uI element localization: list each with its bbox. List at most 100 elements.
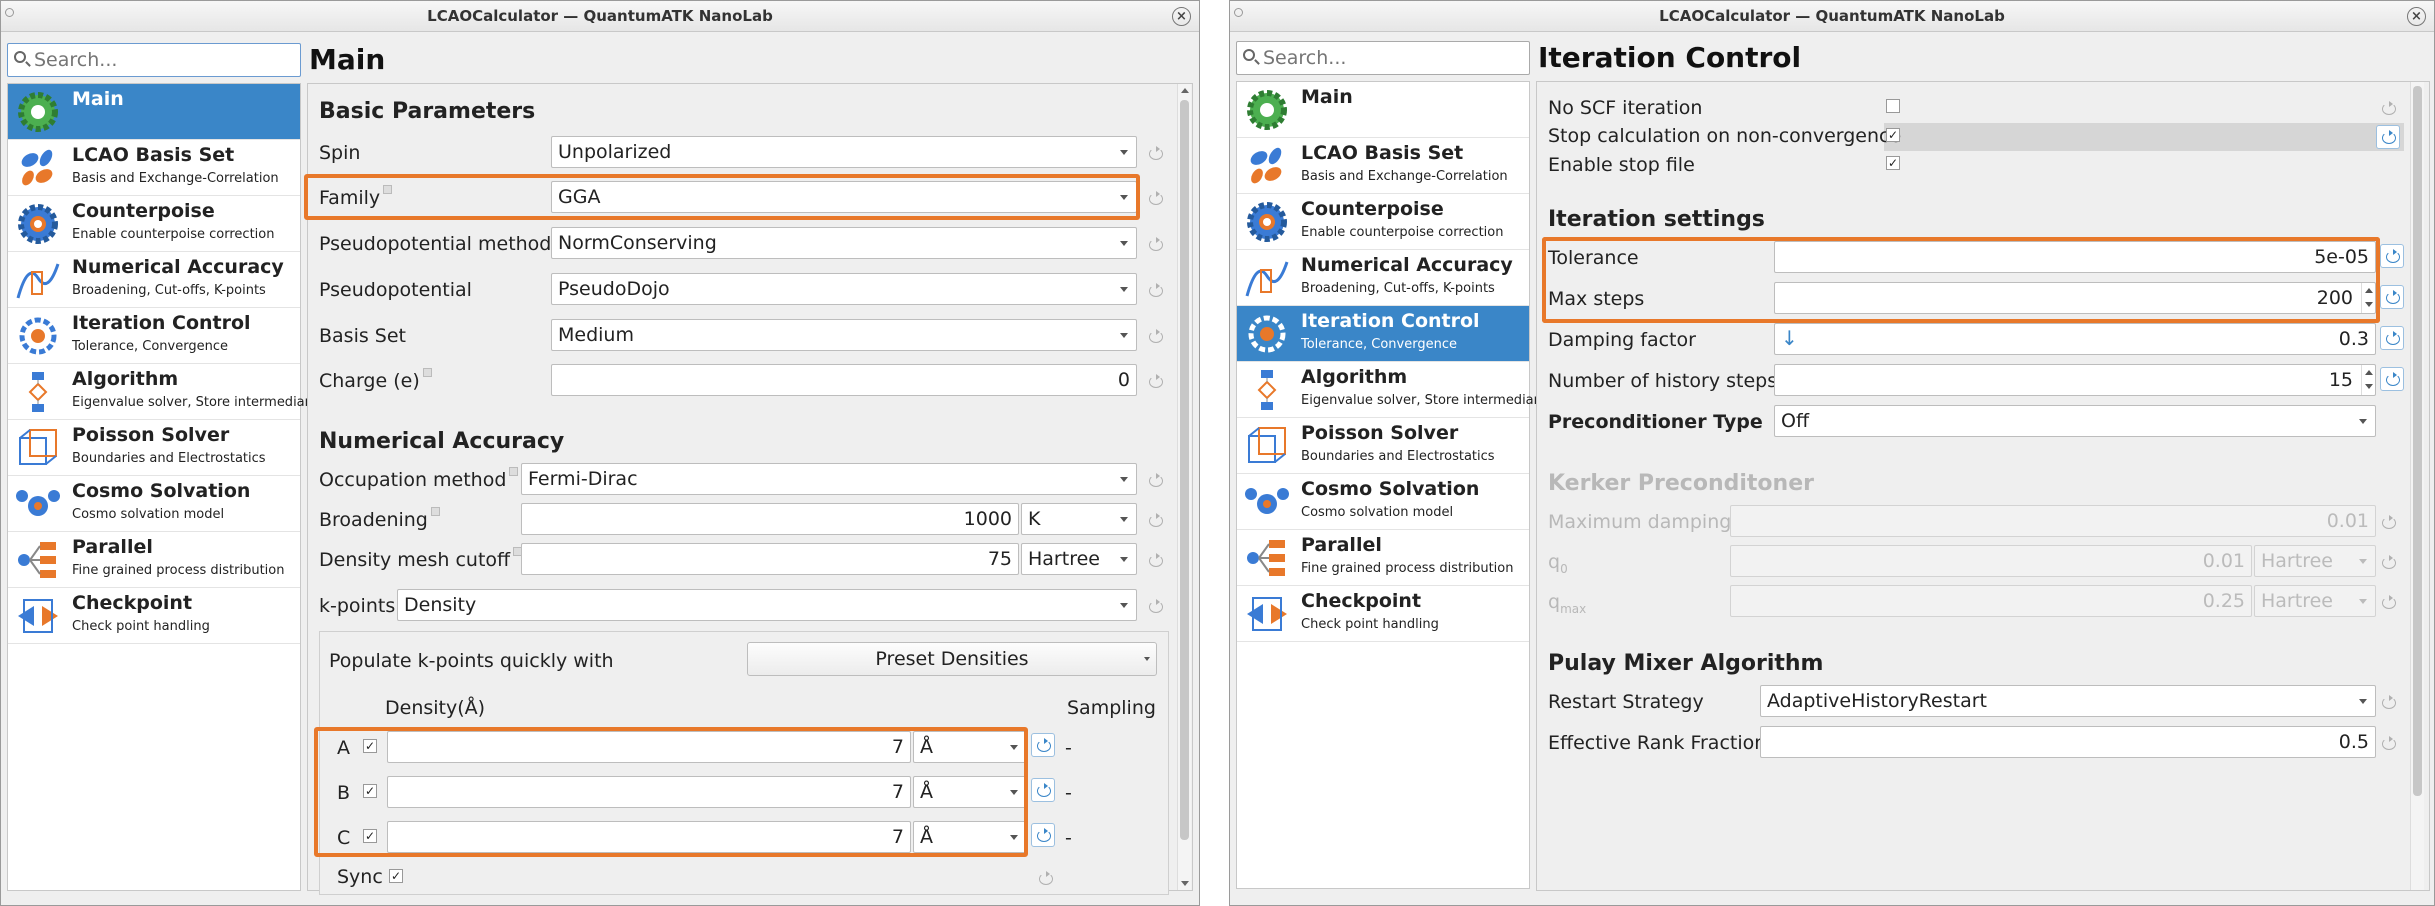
sidebar-item-counterpoise[interactable]: Counterpoise Enable counterpoise correct… <box>8 196 300 252</box>
reset-icon[interactable] <box>1147 329 1163 343</box>
help-icon[interactable] <box>383 185 393 194</box>
reset-icon[interactable] <box>1147 553 1163 567</box>
sidebar-item-parallel[interactable]: Parallel Fine grained process distributi… <box>8 532 300 588</box>
density-b-unit-select[interactable]: Å <box>913 776 1027 808</box>
spinner-icon[interactable] <box>2361 283 2375 313</box>
window-menu-icon[interactable] <box>1234 8 1243 17</box>
maximum-damping-input[interactable]: 0.01 <box>1730 505 2376 537</box>
density-a-input[interactable]: 7 <box>387 731 911 763</box>
density-mesh-cutoff-input[interactable]: 75 <box>521 543 1019 575</box>
sidebar-item-cosmo-solvation[interactable]: Cosmo Solvation Cosmo solvation model <box>1237 474 1529 530</box>
density-a-unit-select[interactable]: Å <box>913 731 1027 763</box>
sidebar-item-main[interactable]: Main <box>8 84 300 140</box>
help-icon[interactable] <box>422 368 432 377</box>
sidebar-item-main[interactable]: Main <box>1237 82 1529 138</box>
preset-densities-button[interactable]: Preset Densities <box>747 642 1157 676</box>
density-b-input[interactable]: 7 <box>387 776 911 808</box>
scrollbar-thumb[interactable] <box>1180 100 1189 840</box>
search-input[interactable] <box>34 48 294 72</box>
scrollbar[interactable] <box>2410 82 2424 890</box>
q0-unit-select[interactable]: Hartree <box>2254 545 2376 577</box>
sidebar-item-checkpoint[interactable]: Checkpoint Check point handling <box>1237 586 1529 642</box>
broadening-unit-select[interactable]: K <box>1021 503 1137 535</box>
reset-icon[interactable] <box>2380 555 2396 569</box>
spinner-icon[interactable] <box>2361 365 2375 395</box>
qmax-unit-select[interactable]: Hartree <box>2254 585 2376 617</box>
sync-checkbox[interactable]: ✓ <box>389 869 403 883</box>
restart-strategy-select[interactable]: AdaptiveHistoryRestart <box>1760 685 2376 717</box>
history-steps-input[interactable]: 15 <box>1774 364 2376 396</box>
reset-icon[interactable] <box>1147 473 1163 487</box>
sidebar-item-lcao-basis-set[interactable]: LCAO Basis Set Basis and Exchange-Correl… <box>8 140 300 196</box>
sidebar-item-poisson-solver[interactable]: Poisson Solver Boundaries and Electrosta… <box>1237 418 1529 474</box>
basis-set-select[interactable]: Medium <box>551 319 1137 351</box>
spin-select[interactable]: Unpolarized <box>551 136 1137 168</box>
density-c-unit-select[interactable]: Å <box>913 821 1027 853</box>
qmax-input[interactable]: 0.25 <box>1730 585 2252 617</box>
effective-rank-fraction-input[interactable]: 0.5 <box>1760 726 2376 758</box>
reset-icon[interactable] <box>2380 244 2404 268</box>
sidebar-item-numerical-accuracy[interactable]: Numerical Accuracy Broadening, Cut-offs,… <box>8 252 300 308</box>
reset-icon[interactable] <box>1147 513 1163 527</box>
preconditioner-type-select[interactable]: Off <box>1774 405 2376 437</box>
sidebar-item-numerical-accuracy[interactable]: Numerical Accuracy Broadening, Cut-offs,… <box>1237 250 1529 306</box>
scrollbar[interactable] <box>1177 84 1191 890</box>
reset-icon[interactable] <box>1147 237 1163 251</box>
occupation-select[interactable]: Fermi-Dirac <box>521 463 1137 495</box>
max-steps-input[interactable]: 200 <box>1774 282 2376 314</box>
k-points-select[interactable]: Density <box>397 589 1137 621</box>
pseudopotential-select[interactable]: PseudoDojo <box>551 273 1137 305</box>
reset-icon[interactable] <box>2376 125 2400 149</box>
reset-icon[interactable] <box>2380 695 2396 709</box>
sidebar-item-iteration-control[interactable]: Iteration Control Tolerance, Convergence <box>8 308 300 364</box>
reset-icon[interactable] <box>2380 285 2404 309</box>
search-box[interactable] <box>1236 41 1530 75</box>
window-menu-icon[interactable] <box>5 8 14 17</box>
scroll-up-icon[interactable] <box>1181 88 1189 93</box>
axis-b-checkbox[interactable]: ✓ <box>363 784 377 798</box>
reset-icon[interactable] <box>2380 326 2404 350</box>
reset-icon[interactable] <box>1031 778 1055 802</box>
reset-icon[interactable] <box>1147 191 1163 205</box>
sidebar-item-cosmo-solvation[interactable]: Cosmo Solvation Cosmo solvation model <box>8 476 300 532</box>
broadening-input[interactable]: 1000 <box>521 503 1019 535</box>
tolerance-input[interactable]: 5e-05 <box>1774 241 2376 273</box>
search-box[interactable] <box>7 43 301 77</box>
reset-icon[interactable] <box>2380 367 2404 391</box>
scrollbar-thumb[interactable] <box>2413 86 2422 796</box>
family-select[interactable]: GGA <box>551 181 1137 213</box>
reset-icon[interactable] <box>2380 515 2396 529</box>
stop-on-nonconvergence-checkbox[interactable]: ✓ <box>1886 128 1900 142</box>
density-c-input[interactable]: 7 <box>387 821 911 853</box>
scroll-down-icon[interactable] <box>1181 881 1189 886</box>
charge-input[interactable]: 0 <box>551 364 1137 396</box>
reset-icon[interactable] <box>1147 599 1163 613</box>
density-mesh-unit-select[interactable]: Hartree <box>1021 543 1137 575</box>
reset-icon[interactable] <box>2380 736 2396 750</box>
sidebar-item-algorithm[interactable]: Algorithm Eigenvalue solver, Store inter… <box>1237 362 1557 418</box>
no-scf-iteration-checkbox[interactable] <box>1886 99 1900 113</box>
axis-a-checkbox[interactable]: ✓ <box>363 739 377 753</box>
sidebar-item-parallel[interactable]: Parallel Fine grained process distributi… <box>1237 530 1529 586</box>
pseudopotential-method-select[interactable]: NormConserving <box>551 227 1137 259</box>
reset-icon[interactable] <box>1147 374 1163 388</box>
sidebar-item-lcao-basis-set[interactable]: LCAO Basis Set Basis and Exchange-Correl… <box>1237 138 1529 194</box>
enable-stop-file-checkbox[interactable]: ✓ <box>1886 156 1900 170</box>
sidebar-item-poisson-solver[interactable]: Poisson Solver Boundaries and Electrosta… <box>8 420 300 476</box>
reset-icon[interactable] <box>2380 595 2396 609</box>
reset-icon[interactable] <box>1147 146 1163 160</box>
close-icon[interactable]: × <box>1172 7 1191 26</box>
reset-icon[interactable] <box>1147 283 1163 297</box>
help-icon[interactable] <box>509 467 519 476</box>
search-input[interactable] <box>1263 46 1523 70</box>
reset-icon[interactable] <box>1037 871 1053 885</box>
reset-icon[interactable] <box>1031 733 1055 757</box>
damping-factor-input[interactable]: ↓ 0.3 <box>1774 323 2376 355</box>
q0-input[interactable]: 0.01 <box>1730 545 2252 577</box>
close-icon[interactable]: × <box>2407 7 2426 26</box>
sidebar-item-counterpoise[interactable]: Counterpoise Enable counterpoise correct… <box>1237 194 1529 250</box>
sidebar-item-algorithm[interactable]: Algorithm Eigenvalue solver, Store inter… <box>8 364 328 420</box>
reset-icon[interactable] <box>2380 101 2396 115</box>
help-icon[interactable] <box>430 507 440 516</box>
reset-icon[interactable] <box>1031 823 1055 847</box>
